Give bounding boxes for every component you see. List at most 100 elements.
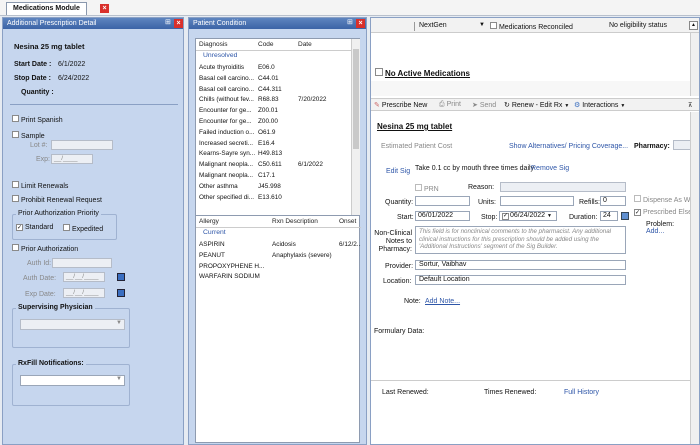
note-label: Note: bbox=[404, 298, 421, 305]
quantity-label: Quantity : bbox=[21, 89, 54, 96]
interactions-button[interactable]: ⚙ Interactions ▼ bbox=[574, 101, 625, 109]
column-header-code[interactable]: Code bbox=[258, 41, 274, 48]
table-row[interactable]: Other specified di... E13.610 bbox=[196, 193, 351, 204]
meds-reconciled-checkbox[interactable]: Medications Reconciled bbox=[490, 22, 573, 31]
calendar-icon[interactable] bbox=[117, 273, 125, 281]
standard-checkbox[interactable]: ✓ Standard bbox=[16, 224, 53, 231]
auth-date-input[interactable]: __/__/____ bbox=[63, 272, 105, 282]
table-row[interactable]: Encounter for ge... Z00.01 bbox=[196, 106, 351, 117]
tab-medications-module[interactable]: Medications Module bbox=[6, 2, 87, 15]
scrollbar[interactable] bbox=[690, 112, 699, 444]
table-cell: 6/1/2022 bbox=[298, 161, 323, 169]
duration-calculator-icon[interactable] bbox=[621, 212, 629, 220]
column-header-onset[interactable]: Onset bbox=[339, 218, 356, 225]
add-note-link[interactable]: Add Note... bbox=[425, 298, 460, 305]
column-header-diagnosis[interactable]: Diagnosis bbox=[199, 41, 228, 48]
table-row[interactable]: Malignant neopla... C50.611 6/1/2022 bbox=[196, 160, 351, 171]
scrollbar[interactable] bbox=[351, 39, 360, 217]
supervising-physician-select[interactable]: ▼ bbox=[20, 319, 125, 330]
prior-authorization-checkbox[interactable]: Prior Authorization bbox=[12, 244, 78, 253]
nonclinical-notes-textarea[interactable]: This field is for nonclinical comments t… bbox=[415, 226, 626, 254]
duration-input[interactable]: 24 bbox=[600, 211, 618, 221]
table-row[interactable]: Basal cell carcino... C44.01 bbox=[196, 74, 351, 85]
exp-label: Exp: bbox=[36, 156, 51, 163]
full-history-link[interactable]: Full History bbox=[564, 389, 599, 396]
dispense-as-written-checkbox[interactable]: Dispense As Writ bbox=[634, 195, 696, 204]
exp-date-input[interactable]: __/__/____ bbox=[63, 288, 105, 298]
table-row[interactable]: Malignant neopla... C17.1 bbox=[196, 171, 351, 182]
stop-date-label: Stop Date : bbox=[14, 75, 51, 82]
no-active-checkbox[interactable]: No Active Medications bbox=[375, 68, 470, 78]
chevron-down-icon[interactable]: ▼ bbox=[479, 22, 485, 28]
show-alternatives-link[interactable]: Show Alternatives/ Pricing Coverage... bbox=[509, 143, 628, 150]
stop-label: Stop: bbox=[481, 214, 498, 221]
problem-add-link[interactable]: Add... bbox=[646, 228, 664, 235]
stop-input[interactable]: ✓ 06/24/2022 ▼ bbox=[499, 211, 557, 221]
collapse-icon[interactable]: ⊼ bbox=[688, 102, 692, 109]
expedited-checkbox[interactable]: Expedited bbox=[63, 224, 103, 233]
table-row[interactable]: Basal cell carcino... C44.311 bbox=[196, 85, 351, 96]
pin-icon[interactable]: ⊞ bbox=[165, 19, 171, 26]
close-icon[interactable]: × bbox=[174, 19, 183, 28]
table-cell: Basal cell carcino... bbox=[199, 74, 255, 82]
table-row[interactable]: Increased secreti... E16.4 bbox=[196, 139, 351, 150]
close-module-icon[interactable]: × bbox=[100, 4, 109, 13]
list-item[interactable]: PROPOXYPHENE H... bbox=[196, 262, 361, 273]
sig-text: Take 0.1 cc by mouth three times daily bbox=[415, 165, 535, 172]
group-unresolved: Unresolved bbox=[203, 52, 238, 59]
table-row[interactable]: Acute thyroiditis E06.0 bbox=[196, 63, 351, 74]
calendar-icon[interactable] bbox=[117, 289, 125, 297]
column-header-rxn[interactable]: Rxn Description bbox=[272, 218, 318, 225]
pin-icon[interactable]: ⊞ bbox=[347, 19, 353, 26]
edit-sig-link[interactable]: Edit Sig bbox=[386, 168, 410, 175]
patient-condition-panel: Patient Condition ⊞ × Diagnosis Code Dat… bbox=[188, 17, 367, 445]
send-icon: ➤ bbox=[472, 102, 478, 109]
rxfill-select[interactable]: ▼ bbox=[20, 375, 125, 386]
reason-input[interactable] bbox=[500, 182, 626, 192]
duration-label: Duration: bbox=[569, 214, 598, 221]
prescribed-elsewhere-checkbox[interactable]: ✓ Prescribed Elsew bbox=[634, 209, 697, 216]
collapse-icon[interactable]: ▲ bbox=[689, 21, 698, 30]
nextgen-select[interactable]: NextGen bbox=[419, 22, 447, 29]
scrollbar[interactable] bbox=[690, 33, 699, 96]
print-button[interactable]: ⎙ Print bbox=[439, 101, 461, 109]
remove-sig-link[interactable]: Remove Sig bbox=[531, 165, 569, 172]
list-item[interactable]: WARFARIN SODIUM bbox=[196, 272, 361, 283]
close-icon[interactable]: × bbox=[356, 19, 365, 28]
limit-renewals-checkbox[interactable]: Limit Renewals bbox=[12, 181, 68, 190]
list-item[interactable]: ASPIRIN Acidosis 6/12/2... bbox=[196, 240, 361, 251]
refills-input[interactable]: 0 bbox=[600, 196, 626, 206]
table-cell: ASPIRIN bbox=[199, 241, 225, 248]
location-input[interactable]: Default Location bbox=[415, 275, 626, 285]
prn-checkbox[interactable]: PRN bbox=[415, 184, 439, 193]
print-spanish-checkbox[interactable]: Print Spanish bbox=[12, 115, 63, 124]
column-header-allergy[interactable]: Allergy bbox=[199, 218, 219, 225]
quantity-input[interactable] bbox=[415, 196, 470, 206]
column-header-date[interactable]: Date bbox=[298, 41, 312, 48]
table-row[interactable]: Encounter for ge... Z00.00 bbox=[196, 117, 351, 128]
auth-id-input[interactable] bbox=[52, 258, 112, 268]
rxfill-label: RxFill Notifications: bbox=[16, 360, 86, 367]
units-input[interactable] bbox=[500, 196, 574, 206]
lot-input[interactable] bbox=[51, 140, 113, 150]
provider-input[interactable]: Sortur, Vaibhav bbox=[415, 260, 626, 270]
times-renewed-label: Times Renewed: bbox=[484, 389, 537, 396]
prescribe-new-button[interactable]: ✎ Prescribe New bbox=[374, 101, 427, 109]
table-row[interactable]: Failed induction o... O61.9 bbox=[196, 128, 351, 139]
table-row[interactable]: Chills (without fev... R68.83 7/20/2022 bbox=[196, 95, 351, 106]
renew-button[interactable]: ↻ Renew - Edit Rx ▼ bbox=[504, 101, 569, 109]
exp-input[interactable]: __/____ bbox=[51, 154, 93, 164]
allergy-grid: Allergy Rxn Description Onset Current AS… bbox=[195, 215, 361, 443]
table-row[interactable]: Other asthma J45.998 bbox=[196, 182, 351, 193]
quantity-label: Quantity: bbox=[385, 199, 414, 206]
table-cell: C44.311 bbox=[258, 85, 282, 93]
stop-date-value: 6/24/2022 bbox=[58, 75, 90, 82]
list-item[interactable]: PEANUT Anaphylaxis (severe) bbox=[196, 251, 361, 262]
sample-checkbox[interactable]: Sample bbox=[12, 131, 45, 140]
table-row[interactable]: Kearns-Sayre syn... H49.813 bbox=[196, 149, 351, 160]
estimated-cost-label: Estimated Patient Cost bbox=[381, 143, 453, 150]
start-input[interactable]: 06/01/2022 bbox=[415, 211, 470, 221]
prohibit-renewal-checkbox[interactable]: Prohibit Renewal Request bbox=[12, 195, 102, 204]
pharmacy-label: Pharmacy: bbox=[634, 143, 670, 150]
send-button[interactable]: ➤ Send bbox=[472, 101, 496, 109]
